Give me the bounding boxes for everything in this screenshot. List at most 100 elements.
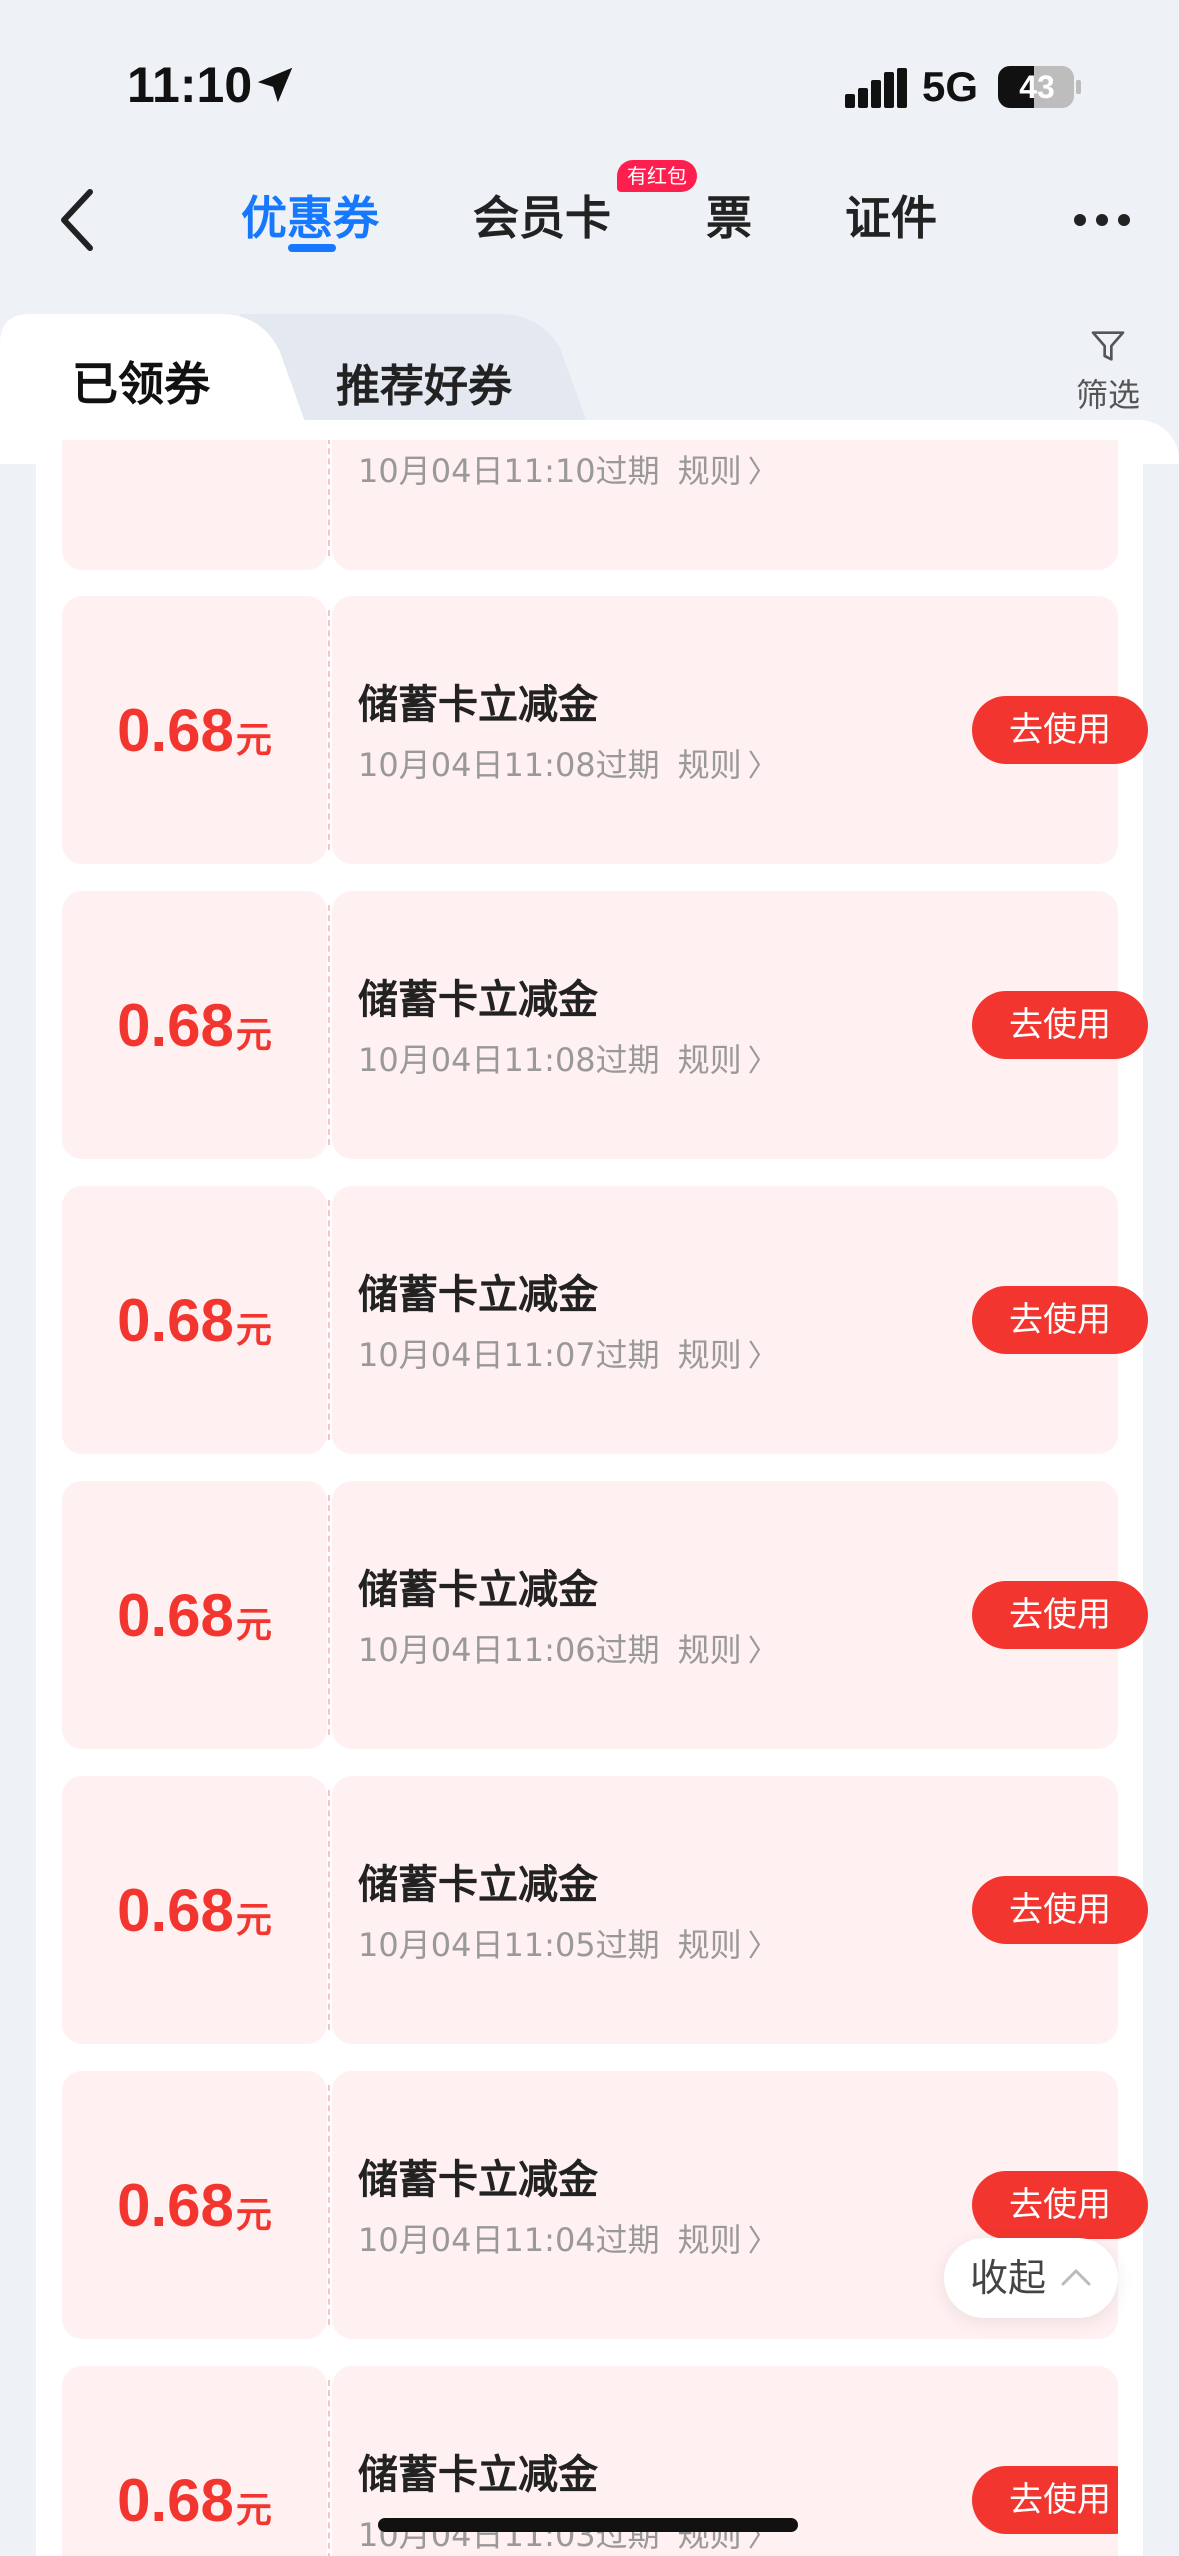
expire-text: 10月04日11:04过期 bbox=[358, 2221, 660, 2259]
collapse-button[interactable]: 收起 bbox=[944, 2238, 1118, 2318]
rule-link[interactable]: 规则 bbox=[678, 1041, 742, 1079]
coupon-expire: 10月04日11:08过期 规则〉 bbox=[358, 740, 778, 786]
coupon-amount: 0.68 元 bbox=[62, 596, 327, 864]
coupon-divider bbox=[328, 1200, 330, 1440]
more-dots-icon[interactable] bbox=[1072, 200, 1132, 240]
rule-link[interactable]: 规则 bbox=[678, 2221, 742, 2259]
rule-link[interactable]: 规则 bbox=[678, 1631, 742, 1669]
coupon-divider bbox=[328, 2085, 330, 2325]
coupon-amount: 0.68 元 bbox=[62, 2366, 327, 2556]
coupon-card: 0.68 元 储蓄卡立减金 10月04日11:08过期 规则〉 去使用 bbox=[62, 596, 1148, 864]
chevron-right-icon: 〉 bbox=[747, 2224, 778, 2259]
coupon-card: 0.68 元 储蓄卡立减金 10月04日11:07过期 规则〉 去使用 bbox=[62, 1186, 1148, 1454]
expire-text: 10月04日11:06过期 bbox=[358, 1631, 660, 1669]
expire-text: 10月04日11:10过期 bbox=[358, 452, 660, 490]
coupon-expire: 10月04日11:06过期 规则〉 bbox=[358, 1625, 778, 1671]
amount-value: 0.68 bbox=[117, 1581, 234, 1649]
chevron-up-icon bbox=[1061, 2269, 1091, 2286]
coupon-card: 0.68 元 储蓄卡立减金 10月04日11:06过期 规则〉 去使用 bbox=[62, 1481, 1148, 1749]
coupon-right-panel: 储蓄卡立减金 10月04日11:07过期 规则〉 去使用 bbox=[332, 1186, 1148, 1454]
back-icon[interactable] bbox=[50, 180, 110, 260]
sub-tab-claimed[interactable]: 已领券 bbox=[72, 348, 210, 414]
network-label: 5G bbox=[922, 63, 979, 110]
coupon-card: 10月04日11:10过期 规则〉 bbox=[62, 440, 1118, 570]
sub-tab-recommended[interactable]: 推荐好券 bbox=[336, 350, 512, 414]
use-button[interactable]: 去使用 bbox=[972, 1876, 1148, 1944]
coupon-expire: 10月04日11:05过期 规则〉 bbox=[358, 1920, 778, 1966]
status-bar: 11:10 5G 43 bbox=[0, 0, 1179, 160]
coupon-right-panel: 储蓄卡立减金 10月04日11:08过期 规则〉 去使用 bbox=[332, 891, 1148, 1159]
chevron-right-icon: 〉 bbox=[747, 1929, 778, 1964]
coupon-expire: 10月04日11:08过期 规则〉 bbox=[358, 1035, 778, 1081]
tab-coupons[interactable]: 优惠券 bbox=[241, 182, 379, 248]
amount-unit: 元 bbox=[235, 2490, 272, 2531]
filter-label: 筛选 bbox=[1075, 376, 1140, 414]
coupon-left-panel bbox=[62, 440, 327, 570]
amount-value: 0.68 bbox=[117, 991, 234, 1059]
red-packet-badge: 有红包 bbox=[617, 160, 697, 192]
use-button[interactable]: 去使用 bbox=[972, 1581, 1148, 1649]
coupon-left-panel: 0.68 元 bbox=[62, 1186, 327, 1454]
chevron-right-icon: 〉 bbox=[747, 1634, 778, 1669]
collapse-label: 收起 bbox=[970, 2256, 1047, 2300]
coupon-divider bbox=[328, 2380, 330, 2556]
coupon-title: 储蓄卡立减金 bbox=[358, 2157, 598, 2203]
chevron-right-icon: 〉 bbox=[747, 749, 778, 784]
coupon-divider bbox=[328, 1495, 330, 1735]
rule-link[interactable]: 规则 bbox=[678, 1336, 742, 1374]
amount-unit: 元 bbox=[235, 1015, 272, 1056]
amount-value: 0.68 bbox=[117, 696, 234, 764]
amount-unit: 元 bbox=[235, 720, 272, 761]
coupon-title: 储蓄卡立减金 bbox=[358, 1567, 598, 1613]
coupon-title: 储蓄卡立减金 bbox=[358, 1272, 598, 1318]
coupon-amount: 0.68 元 bbox=[62, 1186, 327, 1454]
filter-funnel-icon bbox=[1091, 331, 1125, 361]
expire-text: 10月04日11:05过期 bbox=[358, 1926, 660, 1964]
filter-button[interactable]: 筛选 bbox=[1068, 326, 1148, 426]
coupon-card: 0.68 元 储蓄卡立减金 10月04日11:05过期 规则〉 去使用 bbox=[62, 1776, 1148, 2044]
status-time: 11:10 bbox=[127, 57, 253, 113]
tab-ids[interactable]: 证件 bbox=[845, 182, 937, 248]
amount-unit: 元 bbox=[235, 1900, 272, 1941]
expire-text: 10月04日11:08过期 bbox=[358, 1041, 660, 1079]
use-button[interactable]: 去使用 bbox=[972, 2171, 1148, 2239]
coupon-divider bbox=[328, 1790, 330, 2030]
chevron-right-icon: 〉 bbox=[747, 1044, 778, 1079]
coupon-right-panel: 储蓄卡立减金 10月04日11:08过期 规则〉 去使用 bbox=[332, 596, 1148, 864]
coupon-amount: 0.68 元 bbox=[62, 1776, 327, 2044]
amount-value: 0.68 bbox=[117, 1286, 234, 1354]
coupon-expire: 10月04日11:04过期 规则〉 bbox=[358, 2215, 778, 2261]
coupon-amount: 0.68 元 bbox=[62, 891, 327, 1159]
use-button[interactable]: 去使用 bbox=[972, 1286, 1148, 1354]
tab-member-cards[interactable]: 会员卡 bbox=[473, 182, 611, 248]
coupon-page: 11:10 5G 43 优惠券 会员卡 有红包 票 证件 已领券 推荐好券 筛选… bbox=[0, 0, 1179, 2556]
rule-link[interactable]: 规则 bbox=[678, 452, 742, 490]
coupon-left-panel: 0.68 元 bbox=[62, 2366, 327, 2556]
coupon-title: 储蓄卡立减金 bbox=[358, 977, 598, 1023]
chevron-right-icon: 〉 bbox=[747, 1339, 778, 1374]
active-tab-indicator bbox=[288, 244, 336, 252]
use-button[interactable]: 去使用 bbox=[972, 991, 1148, 1059]
use-button[interactable]: 去使用 bbox=[972, 2466, 1118, 2534]
coupon-expire: 10月04日11:10过期 规则〉 bbox=[358, 446, 778, 492]
expire-text: 10月04日11:08过期 bbox=[358, 746, 660, 784]
coupon-expire: 10月04日11:03过期 规则〉 bbox=[358, 2510, 778, 2556]
coupon-right-panel: 储蓄卡立减金 10月04日11:05过期 规则〉 去使用 bbox=[332, 1776, 1148, 2044]
amount-unit: 元 bbox=[235, 2195, 272, 2236]
signal-icon bbox=[845, 68, 907, 108]
coupon-left-panel: 0.68 元 bbox=[62, 1776, 327, 2044]
rule-link[interactable]: 规则 bbox=[678, 1926, 742, 1964]
use-button[interactable]: 去使用 bbox=[972, 696, 1148, 764]
coupon-title: 储蓄卡立减金 bbox=[358, 1862, 598, 1908]
coupon-divider bbox=[328, 905, 330, 1145]
coupon-right-panel: 储蓄卡立减金 10月04日11:06过期 规则〉 去使用 bbox=[332, 1481, 1148, 1749]
amount-unit: 元 bbox=[235, 1310, 272, 1351]
amount-value: 0.68 bbox=[117, 2466, 234, 2534]
coupon-left-panel: 0.68 元 bbox=[62, 2071, 327, 2339]
rule-link[interactable]: 规则 bbox=[678, 746, 742, 784]
tab-tickets[interactable]: 票 bbox=[706, 182, 752, 248]
top-nav: 优惠券 会员卡 有红包 票 证件 bbox=[0, 160, 1179, 300]
home-indicator[interactable] bbox=[378, 2518, 798, 2532]
coupon-left-panel: 0.68 元 bbox=[62, 1481, 327, 1749]
coupon-title: 储蓄卡立减金 bbox=[358, 682, 598, 728]
